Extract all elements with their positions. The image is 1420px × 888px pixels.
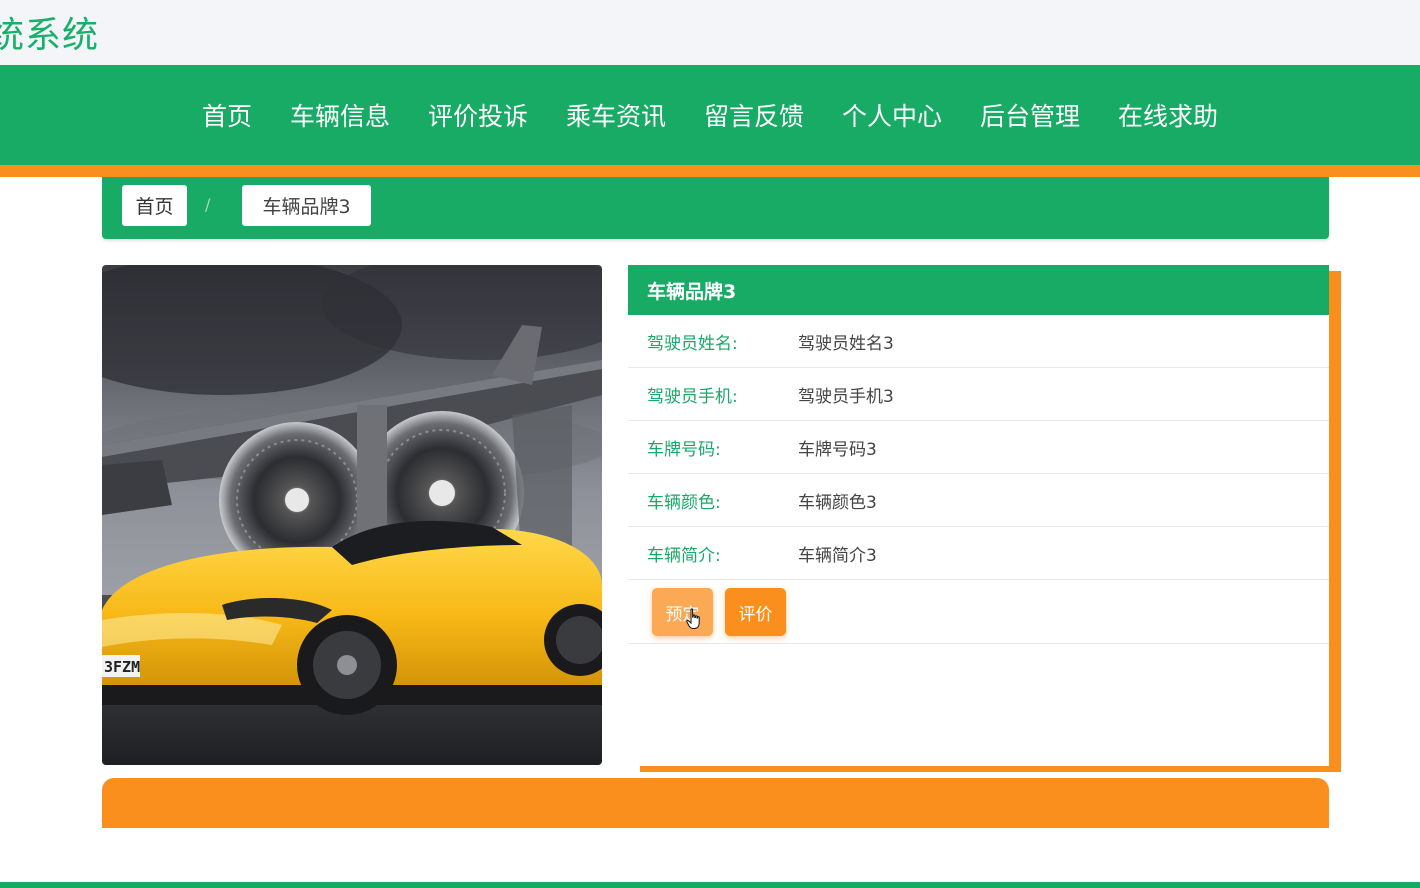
info-label: 车牌号码: [647,439,721,460]
info-row: 驾驶员姓名: 驾驶员姓名3 [628,315,1329,368]
info-row: 车辆简介: 车辆简介3 [628,527,1329,580]
nav-item-home[interactable]: 首页 [202,97,252,133]
detail-card: 车辆品牌3 驾驶员姓名: 驾驶员姓名3 驾驶员手机: 驾驶员手机3 车牌号码: 车牌号码3… [628,265,1329,766]
nav-item-vehicles[interactable]: 车辆信息 [290,97,390,133]
detail-info-list: 驾驶员姓名: 驾驶员姓名3 驾驶员手机: 驾驶员手机3 车牌号码: 车牌号码3 车辆颜色: 车… [628,315,1329,580]
info-value: 驾驶员手机3 [798,386,894,407]
nav-item-feedback[interactable]: 留言反馈 [704,97,804,133]
review-button[interactable]: 评价 [725,588,786,636]
license-plate-text: 3FZM [104,658,140,676]
breadcrumb-home-link[interactable]: 首页 [122,185,187,226]
site-title: 统系统 [0,15,100,56]
info-label: 车辆简介: [647,545,721,566]
nav-items: 首页 车辆信息 评价投诉 乘车资讯 留言反馈 个人中心 后台管理 在线求助 [0,65,1420,165]
footer-bar [102,778,1329,828]
nav-item-reviews[interactable]: 评价投诉 [428,97,528,133]
nav-item-help[interactable]: 在线求助 [1118,97,1218,133]
breadcrumb-current[interactable]: 车辆品牌3 [242,185,371,226]
top-bar: 统系统 [0,0,1420,65]
hand-cursor-icon [686,608,700,629]
vehicle-photo: 3FZM [102,265,602,765]
info-row: 车牌号码: 车牌号码3 [628,421,1329,474]
info-label: 车辆颜色: [647,492,721,513]
nav-item-admin[interactable]: 后台管理 [980,97,1080,133]
info-value: 车辆颜色3 [798,492,877,513]
bottom-line [0,882,1420,888]
info-row: 车辆颜色: 车辆颜色3 [628,474,1329,527]
info-label: 驾驶员姓名: [647,333,738,354]
info-label: 驾驶员手机: [647,386,738,407]
action-row: 预定 评价 [628,580,1329,644]
nav-item-profile[interactable]: 个人中心 [842,97,942,133]
breadcrumb: 首页 / 车辆品牌3 [102,177,1329,239]
main-nav: 首页 车辆信息 评价投诉 乘车资讯 留言反馈 个人中心 后台管理 在线求助 [0,65,1420,165]
breadcrumb-separator: / [205,195,211,214]
info-value: 车牌号码3 [798,439,877,460]
info-row: 驾驶员手机: 驾驶员手机3 [628,368,1329,421]
info-value: 车辆简介3 [798,545,877,566]
info-value: 驾驶员姓名3 [798,333,894,354]
book-button[interactable]: 预定 [652,588,713,636]
nav-item-news[interactable]: 乘车资讯 [566,97,666,133]
nav-accent-stripe [0,165,1420,177]
detail-title: 车辆品牌3 [628,265,1329,315]
